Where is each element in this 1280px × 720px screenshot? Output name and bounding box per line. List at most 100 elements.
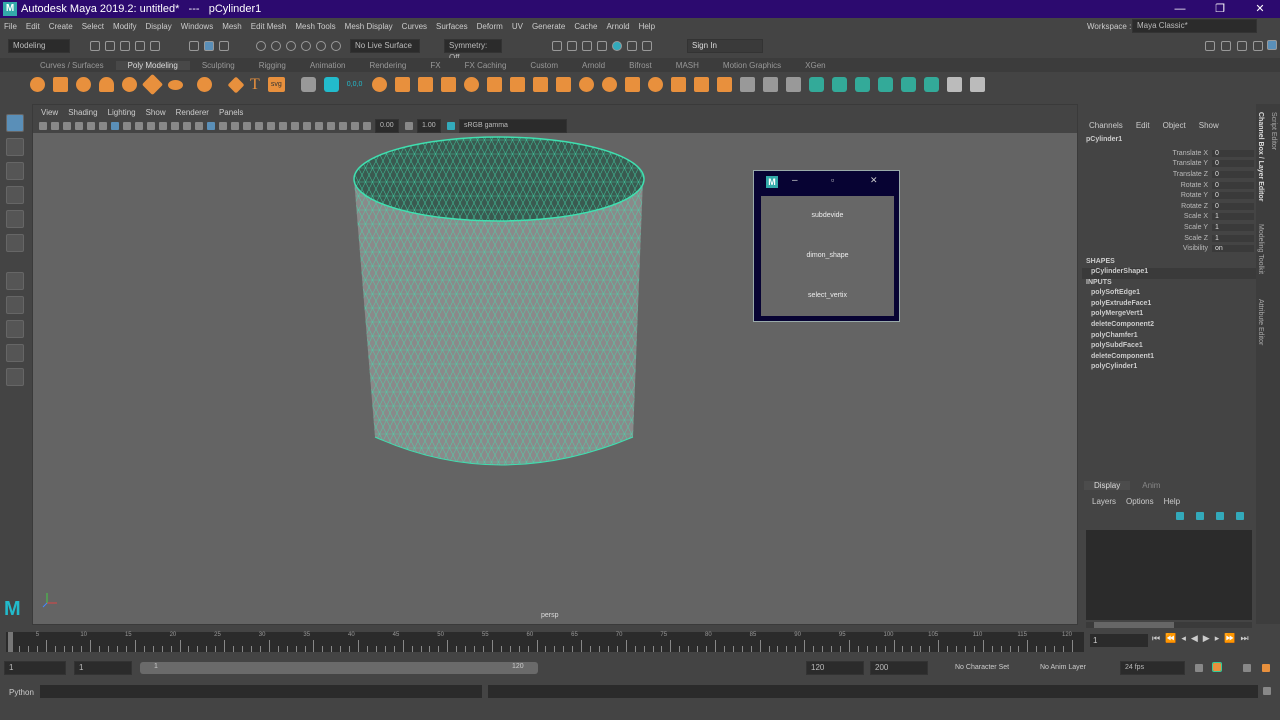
- booleans-icon[interactable]: [441, 77, 457, 92]
- wireframe-icon[interactable]: [195, 122, 203, 130]
- loop-icon[interactable]: [1195, 664, 1203, 672]
- render-frame-icon[interactable]: [552, 41, 562, 51]
- color-management-icon[interactable]: [447, 122, 455, 130]
- svg-icon[interactable]: svg: [267, 77, 285, 92]
- fps-select[interactable]: 24 fps: [1120, 661, 1185, 675]
- close-button[interactable]: ✕: [870, 175, 878, 186]
- tab-modeling-toolkit[interactable]: Modeling Toolkit: [1257, 224, 1264, 274]
- shelf-tab-fx[interactable]: FX: [418, 61, 452, 70]
- lasso-tool-icon[interactable]: [6, 138, 24, 156]
- paint-select-tool-icon[interactable]: [6, 162, 24, 180]
- viewport-menu-show[interactable]: Show: [146, 108, 166, 117]
- snap-point-icon[interactable]: [286, 41, 296, 51]
- shelf-tab-poly-modeling[interactable]: Poly Modeling: [115, 60, 190, 70]
- snap-surface-icon[interactable]: [316, 41, 326, 51]
- menu-edit-mesh[interactable]: Edit Mesh: [251, 22, 287, 31]
- step-back-key-icon[interactable]: ⏪: [1165, 633, 1176, 644]
- viewport-menu-shading[interactable]: Shading: [68, 108, 97, 117]
- merge-icon[interactable]: [648, 77, 664, 92]
- ambient-occlusion-icon[interactable]: [267, 122, 275, 130]
- menu-arnold[interactable]: Arnold: [606, 22, 629, 31]
- workspace-select[interactable]: Maya Classic*: [1132, 19, 1257, 33]
- help-menu[interactable]: Help: [1164, 497, 1180, 512]
- step-forward-key-icon[interactable]: ⏩: [1224, 633, 1235, 644]
- shadows-icon[interactable]: [255, 122, 263, 130]
- layer-scrollbar[interactable]: [1086, 622, 1252, 628]
- poly-cone-icon[interactable]: [99, 77, 114, 92]
- new-empty-layer-icon[interactable]: [1216, 512, 1224, 520]
- current-time-indicator[interactable]: [8, 632, 13, 652]
- sign-in-button[interactable]: Sign In: [687, 39, 763, 53]
- automatic-uv-icon[interactable]: [832, 77, 848, 92]
- image-plane-icon[interactable]: [63, 122, 71, 130]
- unfold-icon[interactable]: [924, 77, 940, 92]
- show-menu[interactable]: Show: [1199, 121, 1219, 136]
- fill-hole-icon[interactable]: [579, 77, 595, 92]
- channel-row[interactable]: Translate Z0: [1082, 169, 1257, 180]
- snap-curve-icon[interactable]: [271, 41, 281, 51]
- bookmark-icon[interactable]: [75, 122, 83, 130]
- tool-settings-icon[interactable]: [1253, 41, 1263, 51]
- play-forwards-icon[interactable]: ▶: [1203, 633, 1210, 644]
- go-to-start-icon[interactable]: ⏮: [1152, 633, 1160, 644]
- command-input[interactable]: [40, 685, 482, 698]
- shelf-tab-motion-graphics[interactable]: Motion Graphics: [711, 61, 793, 70]
- gate-mask-icon[interactable]: [147, 122, 155, 130]
- last-tool-icon[interactable]: [6, 272, 24, 290]
- menu-create[interactable]: Create: [49, 22, 73, 31]
- platonic-solid-icon[interactable]: [197, 77, 212, 92]
- smooth-icon[interactable]: [464, 77, 480, 92]
- layers-menu[interactable]: Layers: [1092, 497, 1116, 512]
- script-editor-icon[interactable]: [1263, 687, 1271, 695]
- safe-title-icon[interactable]: [183, 122, 191, 130]
- menu-help[interactable]: Help: [639, 22, 655, 31]
- snap-view-icon[interactable]: [301, 41, 311, 51]
- menu-mesh[interactable]: Mesh: [222, 22, 242, 31]
- super-shape-icon[interactable]: [227, 76, 245, 93]
- poly-plane-icon[interactable]: [141, 73, 164, 96]
- attribute-editor-icon[interactable]: [1237, 41, 1247, 51]
- minimize-button[interactable]: —: [1160, 0, 1200, 18]
- shelf-tab-custom[interactable]: Custom: [518, 61, 570, 70]
- edit-menu[interactable]: Edit: [1136, 121, 1150, 136]
- step-forward-frame-icon[interactable]: ▸: [1215, 633, 1220, 644]
- hypershade-icon[interactable]: [612, 41, 622, 51]
- save-scene-icon[interactable]: [120, 41, 130, 51]
- tab-display[interactable]: Display: [1084, 480, 1131, 490]
- input-node[interactable]: deleteComponent1: [1082, 353, 1257, 364]
- resolution-gate-icon[interactable]: [135, 122, 143, 130]
- input-node[interactable]: polyMergeVert1: [1082, 310, 1257, 321]
- shelf-tab-curves-surfaces[interactable]: Curves / Surfaces: [28, 61, 116, 70]
- menu-file[interactable]: File: [4, 22, 17, 31]
- shape-node[interactable]: pCylinderShape1: [1082, 267, 1257, 279]
- viewport-menu-renderer[interactable]: Renderer: [176, 108, 209, 117]
- new-scene-icon[interactable]: [90, 41, 100, 51]
- channel-row[interactable]: Visibility on: [1082, 243, 1257, 254]
- tab-attribute-editor[interactable]: Attribute Editor: [1257, 299, 1264, 345]
- outliner-icon[interactable]: [6, 368, 24, 386]
- object-name[interactable]: pCylinder1: [1082, 136, 1257, 148]
- animation-preferences-icon[interactable]: [1243, 664, 1251, 672]
- lights-icon[interactable]: [243, 122, 251, 130]
- poly-sphere-icon[interactable]: [30, 77, 45, 92]
- shelf-tab-fx-caching[interactable]: FX Caching: [453, 61, 519, 70]
- viewport-menu-view[interactable]: View: [41, 108, 58, 117]
- snap-grid-icon[interactable]: [256, 41, 266, 51]
- modeling-toolkit-icon[interactable]: [1205, 41, 1215, 51]
- camera-attributes-icon[interactable]: [51, 122, 59, 130]
- menu-select[interactable]: Select: [82, 22, 104, 31]
- menu-surfaces[interactable]: Surfaces: [436, 22, 468, 31]
- tab-script-editor[interactable]: Script Editor: [1270, 112, 1277, 150]
- shelf-tab-xgen[interactable]: XGen: [793, 61, 837, 70]
- symmetry-select[interactable]: Symmetry: Off: [444, 39, 502, 62]
- channel-row[interactable]: Rotate Z0: [1082, 201, 1257, 212]
- minimize-button[interactable]: –: [792, 175, 798, 186]
- wedge-icon[interactable]: [625, 77, 641, 92]
- channel-row[interactable]: Rotate X0: [1082, 180, 1257, 191]
- current-frame-field[interactable]: 1: [1090, 634, 1148, 647]
- cylindrical-uv-icon[interactable]: [855, 77, 871, 92]
- open-scene-icon[interactable]: [105, 41, 115, 51]
- input-node[interactable]: polySubdFace1: [1082, 342, 1257, 353]
- menu-uv[interactable]: UV: [512, 22, 523, 31]
- bevel-icon[interactable]: [556, 77, 572, 92]
